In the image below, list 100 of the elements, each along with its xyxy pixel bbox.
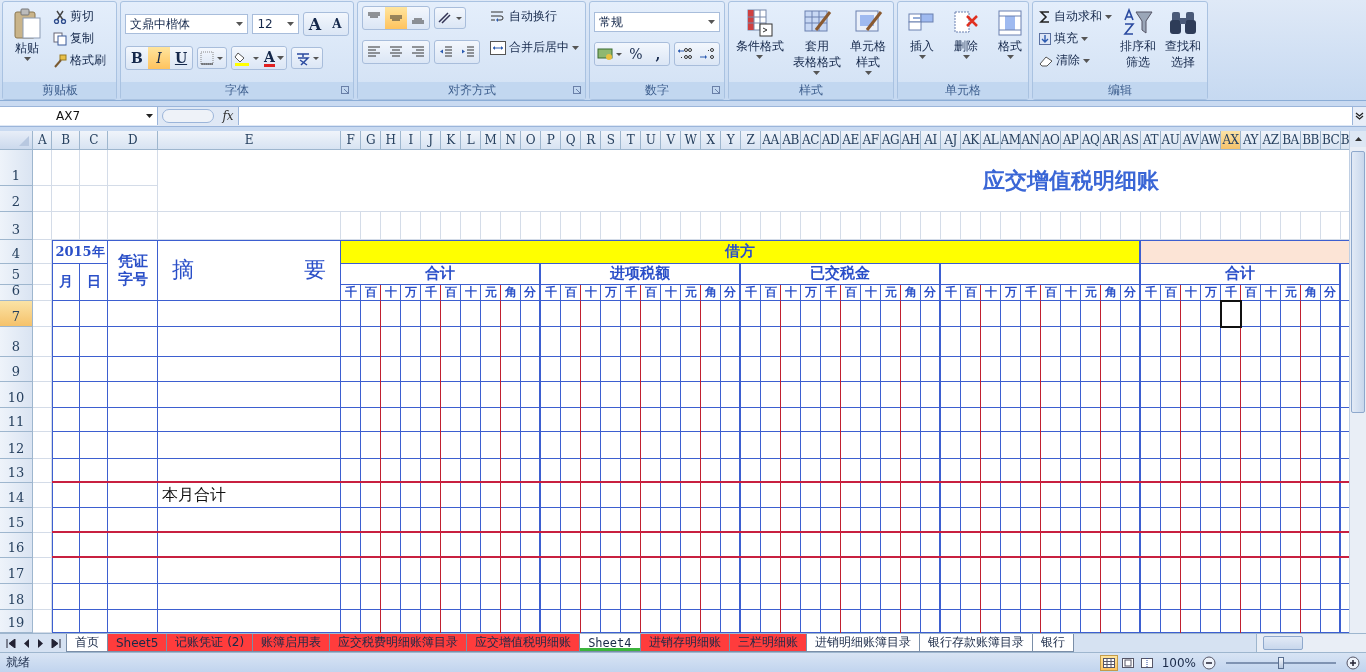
wrap-text-button[interactable]: 自动换行 [488,6,581,27]
zoom-slider-thumb[interactable] [1278,656,1284,669]
vertical-scrollbar[interactable] [1349,131,1366,633]
column-header[interactable]: AM [1001,131,1021,150]
column-header[interactable]: P [541,131,561,150]
column-header[interactable]: M [481,131,501,150]
column-header[interactable]: AC [801,131,821,150]
number-format-select[interactable]: 常规 [594,12,720,32]
column-header[interactable]: U [641,131,661,150]
sheet-tab[interactable]: 进销明细账簿目录 [805,634,920,652]
clear-button[interactable]: 清除 [1037,50,1114,71]
column-header[interactable]: J [421,131,441,150]
row-header[interactable]: 13 [0,459,33,483]
copy-button[interactable]: 复制 [51,28,108,49]
borders-button[interactable] [197,47,227,69]
row-header[interactable]: 11 [0,408,33,432]
column-header[interactable]: O [521,131,541,150]
column-header[interactable]: AQ [1081,131,1101,150]
column-header[interactable]: BA [1281,131,1301,150]
column-header[interactable]: E [158,131,341,150]
column-header[interactable]: G [361,131,381,150]
column-header[interactable]: AG [881,131,901,150]
column-header[interactable]: B [52,131,80,150]
column-header[interactable]: AB [781,131,801,150]
row-header[interactable]: 18 [0,584,33,610]
column-header[interactable]: AU [1161,131,1181,150]
sheet-tab[interactable]: Sheet5 [107,634,168,652]
row-header[interactable]: 10 [0,382,33,408]
view-button[interactable] [1099,654,1118,671]
scrollbar-thumb[interactable] [1263,636,1303,650]
paste-button[interactable]: 粘贴 [7,6,47,63]
scrollbar-thumb[interactable] [1351,151,1365,413]
column-header[interactable]: AZ [1261,131,1281,150]
column-header[interactable]: H [381,131,401,150]
sheet-tab[interactable]: 记账凭证 (2) [166,634,254,652]
style-button[interactable]: 套用 表格格式 [790,6,844,77]
column-header[interactable]: AR [1101,131,1121,150]
merge-center-button[interactable]: 合并后居中 [488,37,581,58]
row-header[interactable]: 14 [0,483,33,508]
style-button[interactable]: 单元格 样式 [847,6,889,77]
column-header[interactable]: AL [981,131,1001,150]
sort-filter-button[interactable]: 排序和 筛选 [1118,6,1159,72]
column-header[interactable]: AN [1021,131,1041,150]
sheet-tab[interactable]: 银行存款账簿目录 [918,634,1033,652]
row-header[interactable]: 15 [0,508,33,533]
column-header[interactable]: AT [1141,131,1161,150]
row-header[interactable]: 2 [0,186,33,212]
row-header[interactable]: 4 [0,240,33,264]
column-header[interactable]: AE [841,131,861,150]
sheet-tab[interactable]: 应交税费明细账簿目录 [329,634,468,652]
sheet-tab[interactable]: 进销存明细账 [639,634,730,652]
column-header[interactable]: Q [561,131,581,150]
underline-button[interactable]: U [170,47,192,69]
column-header[interactable]: K [441,131,461,150]
row-header[interactable]: 16 [0,533,33,558]
row-header[interactable]: 7 [0,301,33,327]
comma-button[interactable]: , [647,43,669,65]
column-header[interactable]: AX [1221,131,1241,150]
zoom-in-icon[interactable] [1346,655,1360,670]
row-header[interactable]: 1 [0,150,33,186]
column-header[interactable]: AD [821,131,841,150]
grow-font-button[interactable]: A [304,13,326,35]
column-header[interactable]: A [33,131,52,150]
sheet-tab[interactable]: Sheet4 [579,634,641,652]
sheet-tab[interactable]: 首页 [66,634,108,652]
format-painter-button[interactable]: 格式刷 [51,50,108,71]
column-header[interactable]: S [601,131,621,150]
column-header[interactable]: X [701,131,721,150]
find-select-button[interactable]: 查找和 选择 [1162,6,1203,72]
column-header[interactable]: BB [1301,131,1321,150]
sheet-tab[interactable]: 应交增值税明细账 [466,634,581,652]
percent-button[interactable]: % [625,43,647,65]
column-header[interactable]: T [621,131,641,150]
orientation-button[interactable] [434,7,466,29]
column-header[interactable]: AS [1121,131,1141,150]
column-header[interactable]: W [681,131,701,150]
row-header[interactable]: 17 [0,558,33,584]
cells-button[interactable]: 格式 [990,6,1030,61]
font-size-select[interactable]: 12 [252,14,299,34]
column-header[interactable]: F [341,131,361,150]
dialog-launcher-icon[interactable] [341,86,349,94]
row-header[interactable]: 12 [0,432,33,459]
next-sheet-icon[interactable] [36,638,44,648]
style-button[interactable]: 条件格式 [733,6,787,61]
cells-button[interactable]: 插入 [902,6,942,61]
column-header[interactable]: AW [1201,131,1221,150]
column-header[interactable]: I [401,131,421,150]
last-sheet-icon[interactable] [50,638,61,648]
column-header[interactable]: Y [721,131,741,150]
row-header[interactable]: 3 [0,212,33,240]
column-header[interactable]: N [501,131,521,150]
shrink-font-button[interactable]: A [326,13,348,35]
column-header[interactable]: AK [961,131,981,150]
expand-formula-button[interactable] [1352,107,1366,126]
column-header[interactable]: AY [1241,131,1261,150]
row-header[interactable]: 8 [0,327,33,357]
column-header[interactable]: AH [901,131,921,150]
formula-input[interactable] [238,107,1352,126]
column-header[interactable]: C [80,131,108,150]
column-header[interactable]: L [461,131,481,150]
